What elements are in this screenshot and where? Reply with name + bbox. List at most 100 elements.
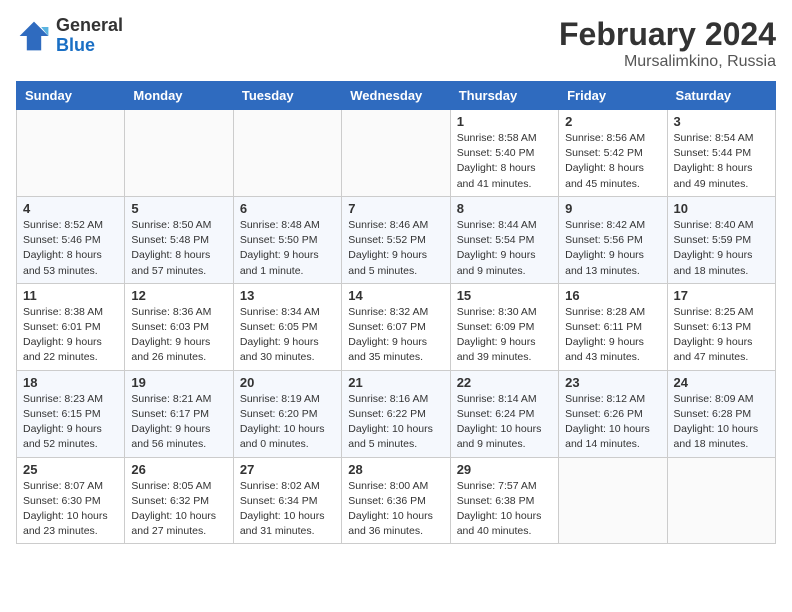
day-info: Sunrise: 8:54 AM Sunset: 5:44 PM Dayligh… [674, 131, 769, 192]
day-info: Sunrise: 8:16 AM Sunset: 6:22 PM Dayligh… [348, 392, 443, 453]
logo-general: General [56, 16, 123, 36]
day-cell [17, 110, 125, 197]
day-info: Sunrise: 8:00 AM Sunset: 6:36 PM Dayligh… [348, 479, 443, 540]
day-cell: 1 Sunrise: 8:58 AM Sunset: 5:40 PM Daylig… [450, 110, 558, 197]
day-cell: 21 Sunrise: 8:16 AM Sunset: 6:22 PM Dayli… [342, 370, 450, 457]
day-info: Sunrise: 8:30 AM Sunset: 6:09 PM Dayligh… [457, 305, 552, 366]
day-cell: 2Sunrise: 8:56 AM Sunset: 5:42 PM Daylig… [559, 110, 667, 197]
week-row-1: 1 Sunrise: 8:58 AM Sunset: 5:40 PM Daylig… [17, 110, 776, 197]
header-cell-sunday: Sunday [17, 82, 125, 110]
day-cell: 19 Sunrise: 8:21 AM Sunset: 6:17 PM Dayli… [125, 370, 233, 457]
day-info: Sunrise: 8:19 AM Sunset: 6:20 PM Dayligh… [240, 392, 335, 453]
logo-icon [16, 18, 52, 54]
day-cell: 11Sunrise: 8:38 AM Sunset: 6:01 PM Dayli… [17, 283, 125, 370]
day-info: Sunrise: 8:58 AM Sunset: 5:40 PM Dayligh… [457, 131, 552, 192]
day-number: 29 [457, 462, 552, 477]
week-row-4: 18 Sunrise: 8:23 AM Sunset: 6:15 PM Dayli… [17, 370, 776, 457]
day-cell: 14Sunrise: 8:32 AM Sunset: 6:07 PM Dayli… [342, 283, 450, 370]
day-cell: 26 Sunrise: 8:05 AM Sunset: 6:32 PM Dayli… [125, 457, 233, 544]
day-cell [125, 110, 233, 197]
day-info: Sunrise: 8:46 AM Sunset: 5:52 PM Dayligh… [348, 218, 443, 279]
day-info: Sunrise: 8:42 AM Sunset: 5:56 PM Dayligh… [565, 218, 660, 279]
day-info: Sunrise: 8:07 AM Sunset: 6:30 PM Dayligh… [23, 479, 118, 540]
day-number: 7 [348, 201, 443, 216]
day-number: 8 [457, 201, 552, 216]
day-info: Sunrise: 8:52 AM Sunset: 5:46 PM Dayligh… [23, 218, 118, 279]
calendar-table: SundayMondayTuesdayWednesdayThursdayFrid… [16, 81, 776, 544]
day-info: Sunrise: 8:28 AM Sunset: 6:11 PM Dayligh… [565, 305, 660, 366]
day-cell: 9Sunrise: 8:42 AM Sunset: 5:56 PM Daylig… [559, 196, 667, 283]
day-number: 13 [240, 288, 335, 303]
day-cell: 7 Sunrise: 8:46 AM Sunset: 5:52 PM Daylig… [342, 196, 450, 283]
day-cell: 22 Sunrise: 8:14 AM Sunset: 6:24 PM Dayli… [450, 370, 558, 457]
day-cell: 3 Sunrise: 8:54 AM Sunset: 5:44 PM Daylig… [667, 110, 775, 197]
day-cell: 23 Sunrise: 8:12 AM Sunset: 6:26 PM Dayli… [559, 370, 667, 457]
day-info: Sunrise: 8:09 AM Sunset: 6:28 PM Dayligh… [674, 392, 769, 453]
day-cell: 20 Sunrise: 8:19 AM Sunset: 6:20 PM Dayli… [233, 370, 341, 457]
day-cell: 8 Sunrise: 8:44 AM Sunset: 5:54 PM Daylig… [450, 196, 558, 283]
day-info: Sunrise: 8:40 AM Sunset: 5:59 PM Dayligh… [674, 218, 769, 279]
day-number: 26 [131, 462, 226, 477]
day-info: Sunrise: 8:32 AM Sunset: 6:07 PM Dayligh… [348, 305, 443, 366]
header-cell-friday: Friday [559, 82, 667, 110]
day-info: Sunrise: 7:57 AM Sunset: 6:38 PM Dayligh… [457, 479, 552, 540]
day-info: Sunrise: 8:12 AM Sunset: 6:26 PM Dayligh… [565, 392, 660, 453]
day-info: Sunrise: 8:36 AM Sunset: 6:03 PM Dayligh… [131, 305, 226, 366]
header-cell-saturday: Saturday [667, 82, 775, 110]
logo-text: General Blue [56, 16, 123, 56]
day-number: 21 [348, 375, 443, 390]
calendar-body: 1 Sunrise: 8:58 AM Sunset: 5:40 PM Daylig… [17, 110, 776, 544]
logo-blue: Blue [56, 36, 123, 56]
day-cell: 29 Sunrise: 7:57 AM Sunset: 6:38 PM Dayli… [450, 457, 558, 544]
page-title: February 2024 [559, 16, 776, 53]
day-info: Sunrise: 8:34 AM Sunset: 6:05 PM Dayligh… [240, 305, 335, 366]
day-cell: 12Sunrise: 8:36 AM Sunset: 6:03 PM Dayli… [125, 283, 233, 370]
day-cell: 6Sunrise: 8:48 AM Sunset: 5:50 PM Daylig… [233, 196, 341, 283]
day-info: Sunrise: 8:56 AM Sunset: 5:42 PM Dayligh… [565, 131, 660, 192]
day-cell: 4Sunrise: 8:52 AM Sunset: 5:46 PM Daylig… [17, 196, 125, 283]
day-cell [559, 457, 667, 544]
day-cell: 18 Sunrise: 8:23 AM Sunset: 6:15 PM Dayli… [17, 370, 125, 457]
day-number: 19 [131, 375, 226, 390]
day-number: 17 [674, 288, 769, 303]
day-info: Sunrise: 8:05 AM Sunset: 6:32 PM Dayligh… [131, 479, 226, 540]
page-header: General Blue February 2024 Mursalimkino,… [16, 16, 776, 71]
day-number: 22 [457, 375, 552, 390]
day-number: 28 [348, 462, 443, 477]
day-cell: 28 Sunrise: 8:00 AM Sunset: 6:36 PM Dayli… [342, 457, 450, 544]
day-info: Sunrise: 8:14 AM Sunset: 6:24 PM Dayligh… [457, 392, 552, 453]
day-number: 16 [565, 288, 660, 303]
title-block: February 2024 Mursalimkino, Russia [559, 16, 776, 71]
week-row-3: 11Sunrise: 8:38 AM Sunset: 6:01 PM Dayli… [17, 283, 776, 370]
day-info: Sunrise: 8:23 AM Sunset: 6:15 PM Dayligh… [23, 392, 118, 453]
day-cell: 24 Sunrise: 8:09 AM Sunset: 6:28 PM Dayli… [667, 370, 775, 457]
day-number: 24 [674, 375, 769, 390]
day-number: 18 [23, 375, 118, 390]
day-cell: 27Sunrise: 8:02 AM Sunset: 6:34 PM Dayli… [233, 457, 341, 544]
day-info: Sunrise: 8:21 AM Sunset: 6:17 PM Dayligh… [131, 392, 226, 453]
day-number: 1 [457, 114, 552, 129]
day-info: Sunrise: 8:25 AM Sunset: 6:13 PM Dayligh… [674, 305, 769, 366]
day-number: 5 [131, 201, 226, 216]
day-info: Sunrise: 8:38 AM Sunset: 6:01 PM Dayligh… [23, 305, 118, 366]
day-cell: 5 Sunrise: 8:50 AM Sunset: 5:48 PM Daylig… [125, 196, 233, 283]
week-row-2: 4Sunrise: 8:52 AM Sunset: 5:46 PM Daylig… [17, 196, 776, 283]
day-number: 3 [674, 114, 769, 129]
day-number: 23 [565, 375, 660, 390]
day-cell: 17 Sunrise: 8:25 AM Sunset: 6:13 PM Dayli… [667, 283, 775, 370]
week-row-5: 25Sunrise: 8:07 AM Sunset: 6:30 PM Dayli… [17, 457, 776, 544]
header-row: SundayMondayTuesdayWednesdayThursdayFrid… [17, 82, 776, 110]
day-info: Sunrise: 8:50 AM Sunset: 5:48 PM Dayligh… [131, 218, 226, 279]
day-info: Sunrise: 8:02 AM Sunset: 6:34 PM Dayligh… [240, 479, 335, 540]
page-subtitle: Mursalimkino, Russia [559, 53, 776, 71]
day-cell: 16 Sunrise: 8:28 AM Sunset: 6:11 PM Dayli… [559, 283, 667, 370]
logo: General Blue [16, 16, 123, 56]
day-number: 20 [240, 375, 335, 390]
day-cell [342, 110, 450, 197]
day-number: 6 [240, 201, 335, 216]
day-cell: 13 Sunrise: 8:34 AM Sunset: 6:05 PM Dayli… [233, 283, 341, 370]
day-info: Sunrise: 8:44 AM Sunset: 5:54 PM Dayligh… [457, 218, 552, 279]
day-cell [233, 110, 341, 197]
header-cell-thursday: Thursday [450, 82, 558, 110]
header-cell-wednesday: Wednesday [342, 82, 450, 110]
